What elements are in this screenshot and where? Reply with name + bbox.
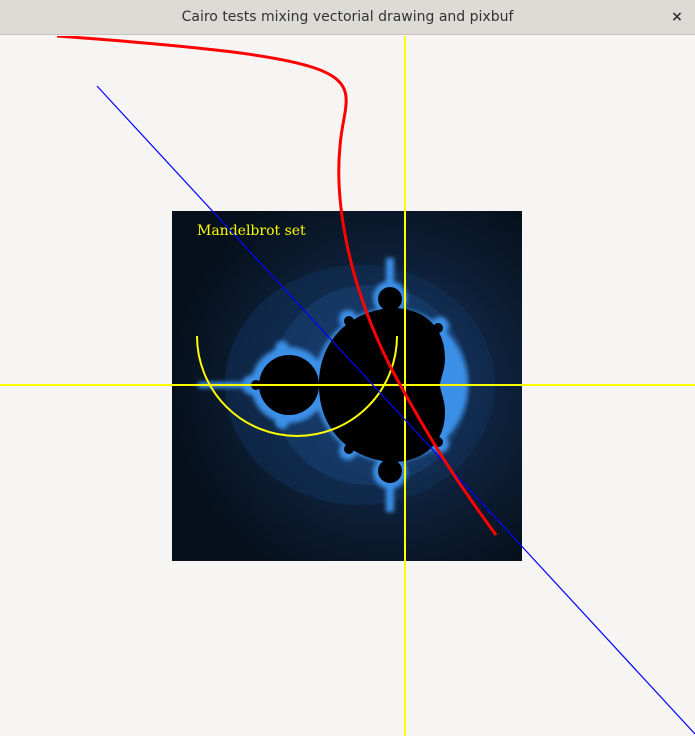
bottom-bulb xyxy=(378,459,402,483)
drawing-surface: Mandelbrot set xyxy=(0,36,695,736)
titlebar[interactable]: Cairo tests mixing vectorial drawing and… xyxy=(0,0,695,35)
window-title: Cairo tests mixing vectorial drawing and… xyxy=(181,9,514,25)
close-icon[interactable]: × xyxy=(665,5,689,29)
fractal-label: Mandelbrot set xyxy=(197,223,306,239)
app-window: Cairo tests mixing vectorial drawing and… xyxy=(0,0,695,736)
top-bulb xyxy=(378,287,402,311)
drawing-canvas: Mandelbrot set xyxy=(0,36,695,736)
